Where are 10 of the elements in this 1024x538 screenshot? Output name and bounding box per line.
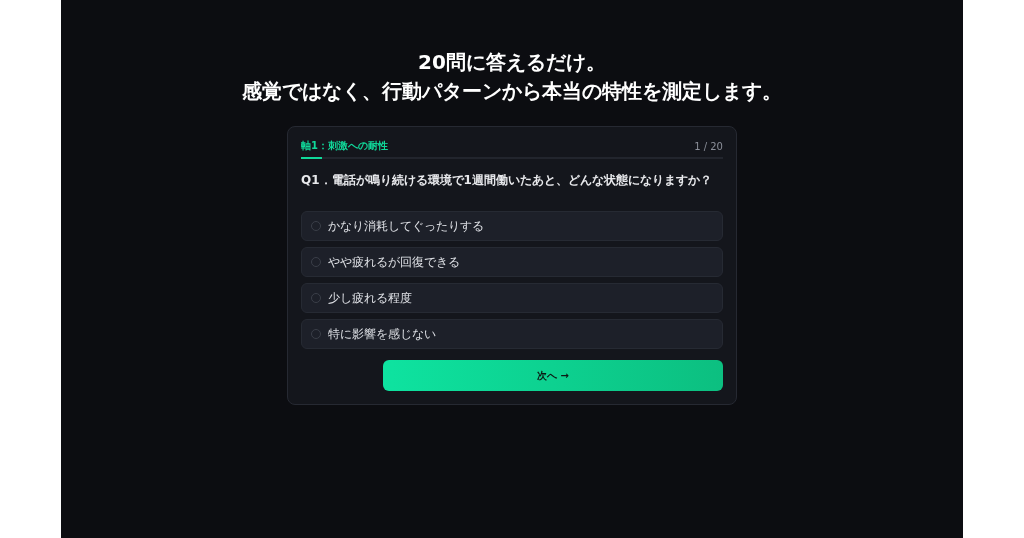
- next-button[interactable]: 次へ →: [383, 360, 723, 391]
- answer-option[interactable]: かなり消耗してぐったりする: [301, 211, 723, 241]
- question-text: Q1．電話が鳴り続ける環境で1週間働いたあと、どんな状態になりますか？: [301, 172, 713, 189]
- answer-option[interactable]: やや疲れるが回復できる: [301, 247, 723, 277]
- headline: 感覚ではなく、行動パターンから本当の特性を測定します。: [242, 78, 782, 105]
- answer-option[interactable]: 少し疲れる程度: [301, 283, 723, 313]
- question-counter: 1 / 20: [694, 140, 723, 152]
- answer-option[interactable]: 特に影響を感じない: [301, 319, 723, 349]
- headline: 20問に答えるだけ。: [417, 49, 607, 76]
- axis-label: 軸1：刺激への耐性: [301, 139, 388, 153]
